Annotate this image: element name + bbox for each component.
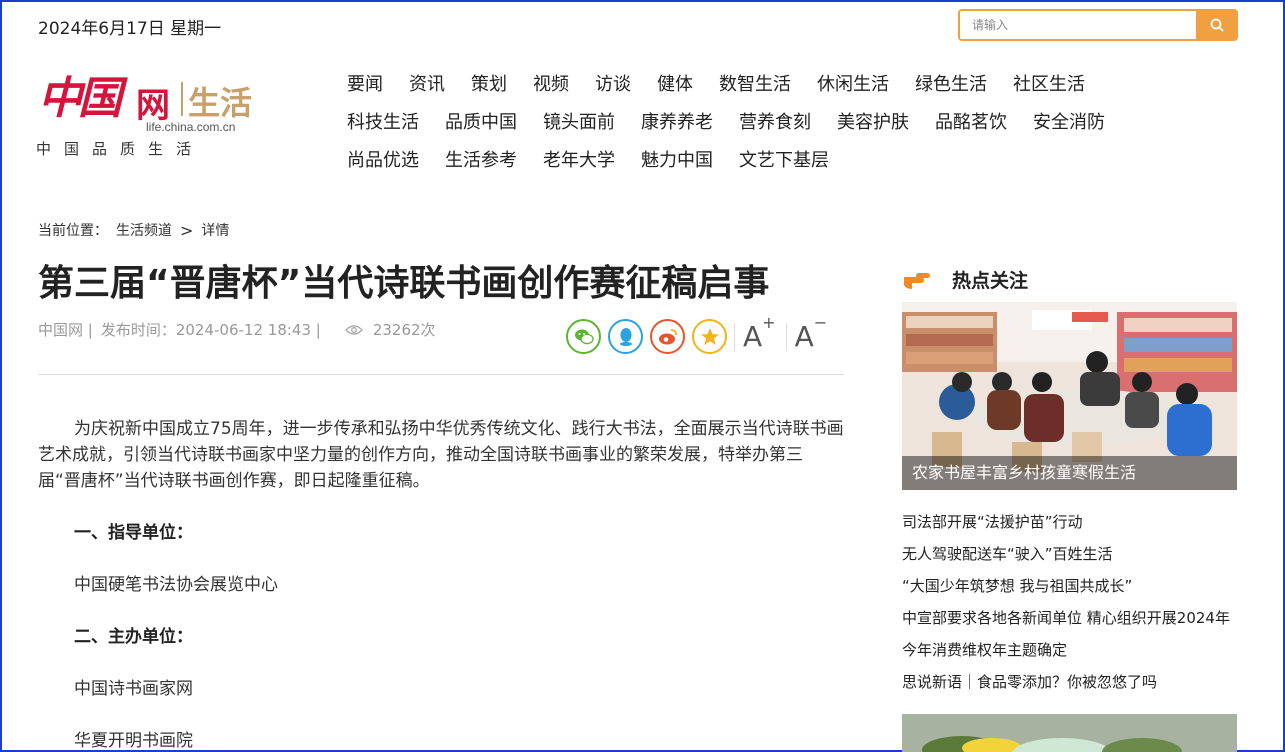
logo-brand-cn: 中国 xyxy=(38,73,122,124)
nav-item[interactable]: 科技生活 xyxy=(347,108,419,134)
nav-item[interactable]: 休闲生活 xyxy=(817,70,889,96)
font-decrease-sign: − xyxy=(813,312,828,332)
search-input[interactable] xyxy=(958,9,1196,41)
article-paragraph: 中国硬笔书法协会展览中心 xyxy=(74,575,278,595)
search-bar xyxy=(958,9,1238,41)
breadcrumb: 当前位置： 生活频道 > 详情 xyxy=(38,220,229,240)
logo-brand-section: 生活 xyxy=(188,84,253,122)
article-body: 为庆祝新中国成立75周年，进一步传承和弘扬中华优秀传统文化、践行大书法，全面展示… xyxy=(38,416,844,752)
hot-news-list: 司法部开展“法援护苗”行动 无人驾驶配送车“驶入”百姓生活 “大国少年筑梦想 我… xyxy=(902,509,1237,701)
sidebar-feature-card[interactable]: 农家书屋丰富乡村孩童寒假生活 xyxy=(902,302,1237,490)
nav-item[interactable]: 魅力中国 xyxy=(641,146,713,172)
nav-item[interactable]: 安全消防 xyxy=(1033,108,1105,134)
nav-row-2: 科技生活 品质中国 镜头面前 康养养老 营养食刻 美容护肤 品酩茗饮 安全消防 xyxy=(347,102,1167,140)
hot-news-item[interactable]: “大国少年筑梦想 我与祖国共成长” xyxy=(902,573,1237,605)
font-increase-sign: + xyxy=(762,312,776,332)
font-decrease-button[interactable]: A− xyxy=(794,313,828,353)
feature-photo-2 xyxy=(902,714,1237,752)
article-paragraph: 华夏开明书画院 xyxy=(74,731,193,751)
search-icon xyxy=(1210,18,1224,32)
nav-item[interactable]: 镜头面前 xyxy=(543,108,615,134)
nav-item[interactable]: 社区生活 xyxy=(1013,70,1085,96)
font-increase-letter: A xyxy=(743,320,763,353)
font-increase-button[interactable]: A+ xyxy=(743,313,776,353)
article-lead-paragraph: 为庆祝新中国成立75周年，进一步传承和弘扬中华优秀传统文化、践行大书法，全面展示… xyxy=(38,419,844,491)
article-title: 第三届“晋唐杯”当代诗联书画创作赛征稿启事 xyxy=(38,263,770,304)
share-divider xyxy=(785,322,787,351)
hot-news-item[interactable]: 中宣部要求各地各新闻单位 精心组织开展2024年 xyxy=(902,605,1237,637)
share-qzone-button[interactable] xyxy=(692,319,727,354)
nav-item[interactable]: 尚品优选 xyxy=(347,146,419,172)
header-date: 2024年6月17日 星期一 xyxy=(38,19,222,39)
breadcrumb-separator: > xyxy=(180,220,194,240)
nav-item[interactable]: 营养食刻 xyxy=(739,108,811,134)
nav-item[interactable]: 生活参考 xyxy=(445,146,517,172)
sidebar-heading-label: 热点关注 xyxy=(952,270,1029,292)
hot-news-item[interactable]: 司法部开展“法援护苗”行动 xyxy=(902,509,1237,541)
pointing-hand-icon xyxy=(904,272,930,289)
nav-item[interactable]: 康养养老 xyxy=(641,108,713,134)
nav-item[interactable]: 数智生活 xyxy=(719,70,791,96)
article-views: 23262次 xyxy=(372,321,436,339)
nav-item[interactable]: 文艺下基层 xyxy=(739,146,829,172)
eye-icon xyxy=(344,324,363,336)
qzone-star-icon xyxy=(700,327,719,345)
nav-item[interactable]: 美容护肤 xyxy=(837,108,909,134)
wechat-icon xyxy=(574,329,594,344)
hot-news-item[interactable]: 思说新语｜食品零添加？你被忽悠了吗 xyxy=(902,669,1237,701)
weibo-icon xyxy=(658,328,677,344)
nav-item[interactable]: 要闻 xyxy=(347,70,383,96)
nav-item[interactable]: 绿色生活 xyxy=(915,70,987,96)
nav-item[interactable]: 健体 xyxy=(657,70,693,96)
share-qq-button[interactable] xyxy=(608,319,643,354)
hot-news-item[interactable]: 无人驾驶配送车“驶入”百姓生活 xyxy=(902,541,1237,573)
main-nav: 要闻 资讯 策划 视频 访谈 健体 数智生活 休闲生活 绿色生活 社区生活 科技… xyxy=(347,64,1167,178)
article-publish-time: 发布时间：2024-06-12 18:43 | xyxy=(100,321,321,339)
nav-item[interactable]: 访谈 xyxy=(595,70,631,96)
section-heading: 一、指导单位： xyxy=(74,523,193,543)
meta-divider xyxy=(38,374,844,375)
share-weibo-button[interactable] xyxy=(650,319,685,354)
nav-row-3: 尚品优选 生活参考 老年大学 魅力中国 文艺下基层 xyxy=(347,140,1167,178)
sidebar-feature-card-2[interactable] xyxy=(902,714,1237,752)
hot-news-item[interactable]: 今年消费维权年主题确定 xyxy=(902,637,1237,669)
font-decrease-letter: A xyxy=(794,320,814,353)
sidebar-heading: 热点关注 xyxy=(902,266,1028,293)
breadcrumb-channel-link[interactable]: 生活频道 xyxy=(116,220,172,240)
nav-row-1: 要闻 资讯 策划 视频 访谈 健体 数智生活 休闲生活 绿色生活 社区生活 xyxy=(347,64,1167,102)
qq-icon xyxy=(619,327,632,346)
share-wechat-button[interactable] xyxy=(566,319,601,354)
article-meta: 中国网 | 发布时间：2024-06-12 18:43 | 23262次 xyxy=(38,319,444,340)
article-paragraph: 中国诗书画家网 xyxy=(74,679,193,699)
site-logo[interactable]: 中国 网 生活 life.china.com.cn 中国品质生活 xyxy=(36,62,256,162)
search-button[interactable] xyxy=(1196,9,1238,41)
nav-item[interactable]: 品质中国 xyxy=(445,108,517,134)
logo-divider xyxy=(181,82,183,116)
breadcrumb-prefix: 当前位置： xyxy=(38,223,108,239)
feature-caption: 农家书屋丰富乡村孩童寒假生活 xyxy=(902,456,1237,490)
logo-url: life.china.com.cn xyxy=(146,120,236,134)
breadcrumb-current: 详情 xyxy=(201,223,230,239)
share-bar: A+ A− xyxy=(566,313,837,354)
nav-item[interactable]: 品酩茗饮 xyxy=(935,108,1007,134)
logo-slogan: 中国品质生活 xyxy=(36,140,205,158)
nav-item[interactable]: 老年大学 xyxy=(543,146,615,172)
section-heading: 二、主办单位： xyxy=(74,627,193,647)
nav-item[interactable]: 资讯 xyxy=(409,70,445,96)
share-divider xyxy=(734,322,735,351)
nav-item[interactable]: 视频 xyxy=(533,70,569,96)
nav-item[interactable]: 策划 xyxy=(471,70,507,96)
article-source: 中国网 | xyxy=(38,321,93,339)
